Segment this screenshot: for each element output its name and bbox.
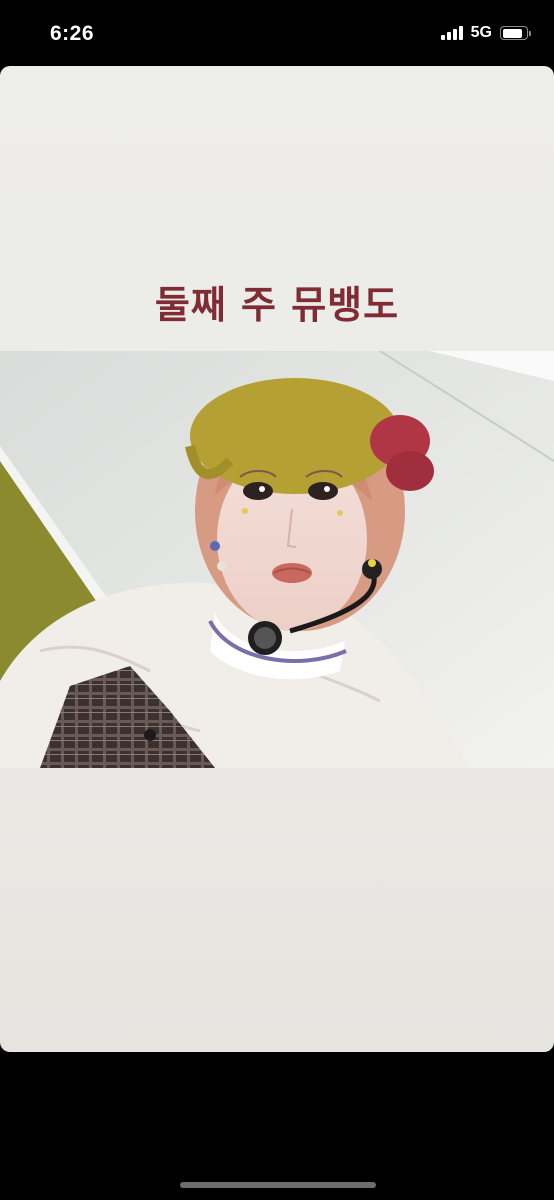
status-icons: 5G	[440, 24, 531, 42]
status-bar: 6:26 5G	[0, 0, 554, 66]
signal-icon	[440, 26, 463, 40]
home-indicator[interactable]	[180, 1182, 376, 1188]
story-photo[interactable]	[0, 351, 554, 768]
selfie-photo-icon	[0, 351, 554, 768]
story-card[interactable]: 둘째 주 뮤뱅도	[0, 66, 554, 1052]
battery-icon	[500, 26, 531, 40]
network-type: 5G	[470, 24, 492, 41]
story-caption: 둘째 주 뮤뱅도	[154, 283, 400, 327]
status-time: 6:26	[50, 22, 95, 45]
battery-fill	[502, 28, 522, 38]
